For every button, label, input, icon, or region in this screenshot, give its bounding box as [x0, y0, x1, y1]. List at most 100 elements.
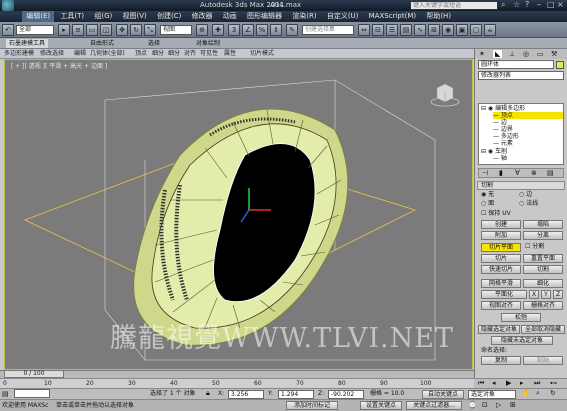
search-icon[interactable]: ⌕ [501, 0, 505, 10]
z-coordinate-field[interactable]: -90.202 [328, 390, 364, 399]
paste-button[interactable]: 粘贴 [523, 356, 563, 365]
time-slider[interactable]: 0 / 100 [4, 370, 64, 378]
menu-animation[interactable]: 动画 [219, 11, 241, 22]
menu-group[interactable]: 组(G) [90, 11, 116, 22]
object-name-field[interactable]: 圆环体 [478, 60, 554, 69]
menu-views[interactable]: 视图(V) [118, 11, 150, 22]
zoom-icon[interactable]: ⌕ [536, 389, 540, 398]
menu-graph-editors[interactable]: 图形编辑器 [243, 11, 286, 22]
reset-plane-button[interactable]: 重置平面 [523, 254, 563, 263]
remove-modifier-icon[interactable]: ⊗ [531, 169, 537, 177]
ribbon-vertex[interactable]: 顶点 [135, 49, 147, 59]
play-icon[interactable]: ▶ [506, 379, 511, 387]
modifier-list-dropdown[interactable]: 修改器列表 [478, 71, 564, 80]
display-tab-icon[interactable]: ▭ [537, 50, 544, 58]
stack-border[interactable]: — 边界 [493, 126, 513, 133]
stack-polygon[interactable]: — 多边形 [493, 133, 519, 140]
radio-normal[interactable]: ○ 法线 [519, 200, 538, 208]
pan-icon[interactable]: ✋ [522, 389, 531, 397]
set-key-button[interactable]: 设置关键点 [360, 401, 402, 410]
reference-coordinate-dropdown[interactable]: 视图 [160, 25, 192, 35]
percent-snap-icon[interactable]: % [256, 24, 268, 36]
relax-button[interactable]: 松弛 [501, 313, 541, 322]
menu-customize[interactable]: 自定义(U) [323, 11, 363, 22]
curve-editor-icon[interactable]: ∿ [414, 24, 426, 36]
menu-modifiers[interactable]: 修改器 [188, 11, 217, 22]
ribbon-subdivision[interactable]: 细分 [152, 49, 164, 59]
split-checkbox[interactable]: ☐ 分割 [525, 243, 544, 251]
key-mode-icon[interactable]: ⊷ [550, 379, 557, 387]
ribbon-subdivide[interactable]: 细分 [168, 49, 180, 59]
menu-help[interactable]: 帮助(H) [422, 11, 455, 22]
hide-unselected-button[interactable]: 隐藏未选定对象 [491, 336, 553, 345]
move-icon[interactable]: ✥ [116, 24, 128, 36]
planarize-z-button[interactable]: Z [553, 290, 563, 299]
named-selection-input[interactable]: 创建选择集 [302, 25, 354, 35]
motion-tab-icon[interactable]: ◎ [523, 50, 529, 58]
create-tab-icon[interactable]: ✶ [479, 50, 485, 58]
stack-element[interactable]: — 元素 [493, 140, 513, 147]
stack-edge[interactable]: — 边 [493, 119, 507, 126]
attach-button[interactable]: 附加 [481, 231, 521, 240]
close-icon[interactable]: × [557, 0, 564, 9]
star-icon[interactable]: ☆ [513, 0, 520, 9]
next-frame-icon[interactable]: ▸ [520, 379, 524, 387]
stack-edit-poly[interactable]: ⊟ ◉ 编辑多边形 [481, 105, 525, 112]
menu-edit[interactable]: 编辑(E) [22, 11, 55, 22]
ribbon-visibility[interactable]: 可见性 [200, 49, 218, 59]
x-coordinate-field[interactable]: 3.256 [228, 390, 264, 399]
field-of-view-icon[interactable]: ▷ [496, 401, 501, 409]
selected-object-dropdown[interactable]: 选定对象 [468, 390, 516, 399]
material-editor-icon[interactable]: ◉ [442, 24, 454, 36]
make-unique-icon[interactable]: ∀ [515, 169, 520, 177]
maximize-icon[interactable]: □ [547, 0, 555, 9]
planarize-y-button[interactable]: Y [541, 290, 551, 299]
auto-key-button[interactable]: 自动关键点 [422, 390, 464, 399]
unhide-all-button[interactable]: 全部取消隐藏 [521, 325, 565, 334]
planarize-x-button[interactable]: X [529, 290, 539, 299]
slice-plane-button[interactable]: 切片平面 [481, 243, 521, 252]
key-filters-button[interactable]: 关键点过滤器... [406, 401, 462, 410]
stack-axis[interactable]: — 轴 [493, 155, 507, 162]
rendered-frame-icon[interactable]: ▢ [470, 24, 482, 36]
tab-object-paint[interactable]: 对象绘制 [196, 39, 220, 48]
orbit-icon[interactable]: ↻ [550, 389, 556, 397]
ribbon-edit[interactable]: 编辑 [74, 49, 86, 59]
go-to-start-icon[interactable]: ⏮ [478, 379, 484, 388]
copy-button[interactable]: 复制 [481, 356, 521, 365]
menu-create[interactable]: 创建(C) [153, 11, 185, 22]
stack-vertex[interactable]: — 顶点 [493, 112, 563, 119]
render-setup-icon[interactable]: ▣ [456, 24, 468, 36]
maxscript-listener-icon[interactable]: ▤ [2, 390, 9, 398]
hide-selected-button[interactable]: 隐藏选定对象 [478, 325, 520, 334]
cut-rollout-header[interactable]: 切割 [477, 181, 565, 190]
radio-face[interactable]: ○ 面 [481, 200, 494, 208]
cut-button[interactable]: 切割 [523, 265, 563, 274]
ribbon-slice-mode[interactable]: 切片模式 [250, 49, 274, 59]
tab-graphite-modeling[interactable]: 石墨建模工具 [6, 39, 49, 48]
create-button[interactable]: 创建 [481, 220, 521, 229]
detach-button[interactable]: 分离 [523, 231, 563, 240]
graphite-toggle-icon[interactable]: ▤ [400, 24, 412, 36]
app-logo-icon[interactable] [2, 0, 14, 11]
search-input[interactable]: 键入关键字或短语 [410, 1, 498, 10]
ribbon-geometry-all[interactable]: 几何体(全部) [90, 49, 125, 59]
meshsmooth-button[interactable]: 网格平滑 [481, 279, 521, 288]
object-color-swatch[interactable] [556, 61, 564, 69]
stack-lathe[interactable]: ⊟ ◉ 车削 [481, 148, 507, 155]
track-bar[interactable]: 0 10 20 30 40 50 60 70 80 90 100 [0, 378, 474, 388]
ribbon-modify-selection[interactable]: 修改选择 [40, 49, 64, 59]
selection-filter-dropdown[interactable]: 全部 [16, 25, 54, 35]
schematic-view-icon[interactable]: ⊞ [428, 24, 440, 36]
modify-tab-icon[interactable]: ◣ [493, 50, 503, 58]
edit-named-selection-icon[interactable]: ✎ [286, 24, 298, 36]
planarize-button[interactable]: 平面化 [481, 290, 527, 299]
select-object-icon[interactable]: ▸ [58, 24, 70, 36]
time-slider-track[interactable] [0, 370, 474, 378]
time-config-icon[interactable]: ⌚ [468, 401, 477, 409]
spinner-snap-icon[interactable]: ⇕ [270, 24, 282, 36]
help-icon[interactable]: ? [525, 0, 529, 9]
window-crossing-icon[interactable]: ◫ [100, 24, 112, 36]
go-to-end-icon[interactable]: ⏭ [534, 379, 540, 388]
preserve-uv-checkbox[interactable]: ☐ 保持 UV [481, 210, 511, 218]
